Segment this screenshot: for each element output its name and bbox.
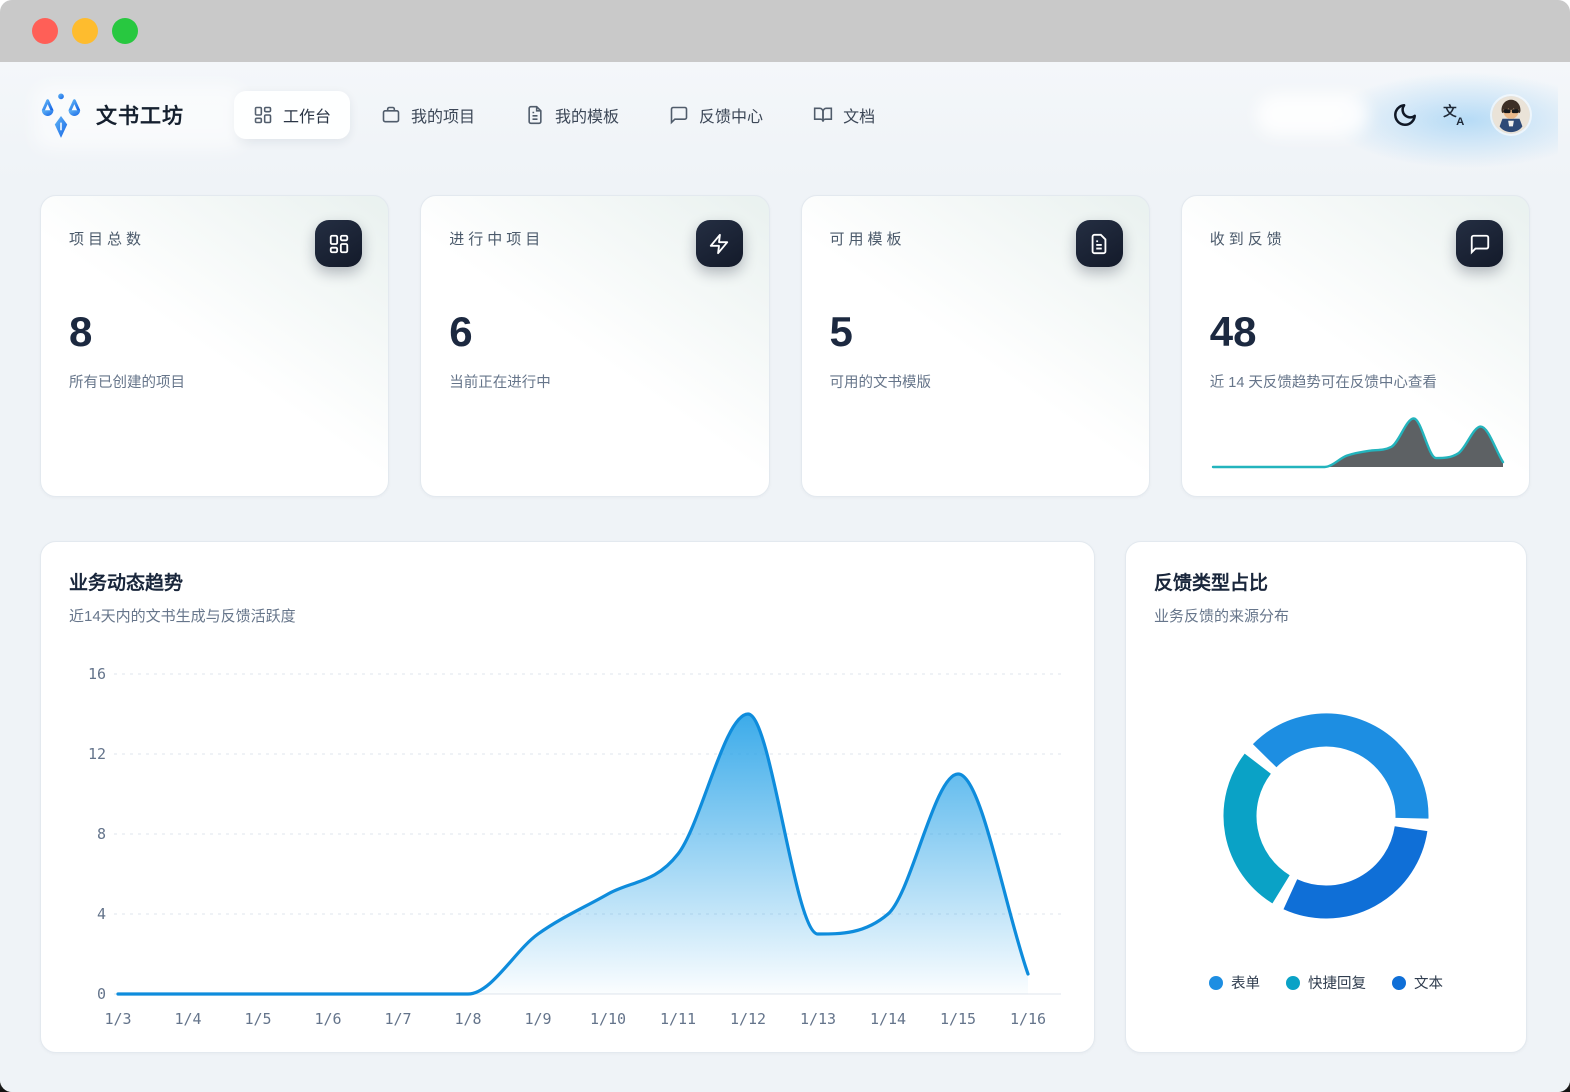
language-toggle-button[interactable]: 文 A: [1442, 102, 1468, 128]
stat-desc: 近 14 天反馈趋势可在反馈中心查看: [1210, 371, 1501, 392]
svg-text:0: 0: [97, 985, 106, 1003]
panel-title: 业务动态趋势: [69, 568, 1066, 595]
stat-desc: 可用的文书模版: [830, 371, 1121, 392]
svg-text:1/4: 1/4: [174, 1010, 201, 1028]
scales-pen-logo-icon: [40, 91, 82, 139]
svg-text:1/5: 1/5: [244, 1010, 271, 1028]
message-square-icon: [669, 105, 689, 125]
panel-subtitle: 近14天内的文书生成与反馈活跃度: [69, 605, 1066, 626]
nav-label: 反馈中心: [699, 103, 763, 127]
minimize-window-button[interactable]: [72, 18, 98, 44]
legend-label: 文本: [1414, 972, 1443, 993]
area-chart: 0 4 8 12 16 1/3 1/4 1/5 1/6 1/7 1/8 1/9 1/10 1/11 1/12…: [69, 664, 1068, 1039]
redacted-control[interactable]: [1256, 94, 1368, 136]
svg-text:4: 4: [97, 905, 106, 923]
legend-item-quick-reply[interactable]: 快捷回复: [1286, 972, 1366, 993]
legend-dot: [1286, 976, 1300, 990]
page: 文书工坊 工作台 我的项目: [0, 62, 1570, 1092]
stat-card-total-projects: 项目总数 8 所有已创建的项目: [40, 195, 389, 497]
svg-text:1/3: 1/3: [104, 1010, 131, 1028]
app-window: 文书工坊 工作台 我的项目: [0, 0, 1570, 1092]
donut-legend: 表单 快捷回复 文本: [1154, 972, 1498, 993]
panel-title: 反馈类型占比: [1154, 568, 1498, 595]
stat-value: 5: [830, 311, 1121, 353]
zap-icon: [708, 233, 730, 255]
charts-row: 业务动态趋势 近14天内的文书生成与反馈活跃度 0 4 8 12 16 1/3 1/4 1/5…: [40, 541, 1530, 1053]
app-title: 文书工坊: [96, 100, 184, 130]
message-square-icon: [1469, 233, 1491, 255]
trend-panel: 业务动态趋势 近14天内的文书生成与反馈活跃度 0 4 8 12 16 1/3 1/4 1/5…: [40, 541, 1095, 1053]
nav-item-feedback-center[interactable]: 反馈中心: [650, 91, 782, 139]
user-avatar[interactable]: [1492, 96, 1530, 134]
nav-item-docs[interactable]: 文档: [794, 91, 894, 139]
legend-dot: [1392, 976, 1406, 990]
nav-label: 我的模板: [555, 103, 619, 127]
stat-value: 6: [449, 311, 740, 353]
file-text-icon: [1088, 233, 1110, 255]
layout-grid-icon: [253, 105, 273, 125]
svg-text:1/6: 1/6: [314, 1010, 341, 1028]
svg-text:1/15: 1/15: [940, 1010, 976, 1028]
svg-text:16: 16: [88, 665, 106, 683]
svg-text:文: 文: [1443, 103, 1457, 119]
svg-text:12: 12: [88, 745, 106, 763]
feedback-sparkline-chart: [1210, 408, 1505, 472]
svg-text:1/12: 1/12: [730, 1010, 766, 1028]
donut-panel: 反馈类型占比 业务反馈的来源分布 表单 快捷回复: [1125, 541, 1527, 1053]
nav-label: 文档: [843, 103, 875, 127]
legend-label: 快捷回复: [1308, 972, 1366, 993]
svg-text:8: 8: [97, 825, 106, 843]
legend-item-form[interactable]: 表单: [1209, 972, 1260, 993]
briefcase-icon: [381, 105, 401, 125]
svg-text:1/8: 1/8: [454, 1010, 481, 1028]
app-header: 文书工坊 工作台 我的项目: [40, 62, 1530, 168]
stat-icon-tile: [1076, 220, 1123, 267]
theme-toggle-button[interactable]: [1392, 102, 1418, 128]
zoom-window-button[interactable]: [112, 18, 138, 44]
stat-value: 8: [69, 311, 360, 353]
donut-chart: [1216, 706, 1436, 926]
stat-icon-tile: [696, 220, 743, 267]
stat-icon-tile: [1456, 220, 1503, 267]
sparkline-svg: [1210, 408, 1507, 472]
stat-icon-tile: [315, 220, 362, 267]
stats-row: 项目总数 8 所有已创建的项目 进行中项目 6 当前: [40, 195, 1530, 497]
svg-text:1/16: 1/16: [1010, 1010, 1046, 1028]
stat-desc: 当前正在进行中: [449, 371, 740, 392]
main-nav: 工作台 我的项目 我的模板: [234, 91, 894, 139]
legend-dot: [1209, 976, 1223, 990]
svg-text:1/7: 1/7: [384, 1010, 411, 1028]
nav-label: 工作台: [283, 103, 331, 127]
svg-text:1/9: 1/9: [524, 1010, 551, 1028]
nav-item-my-templates[interactable]: 我的模板: [506, 91, 638, 139]
stat-card-templates: 可用模板 5 可用的文书模版: [801, 195, 1150, 497]
nav-item-workbench[interactable]: 工作台: [234, 91, 350, 139]
file-text-icon: [525, 105, 545, 125]
svg-text:1/14: 1/14: [870, 1010, 906, 1028]
close-window-button[interactable]: [32, 18, 58, 44]
header-actions: 文 A: [1256, 94, 1530, 136]
legend-label: 表单: [1231, 972, 1260, 993]
stat-card-active-projects: 进行中项目 6 当前正在进行中: [420, 195, 769, 497]
nav-item-my-projects[interactable]: 我的项目: [362, 91, 494, 139]
panel-subtitle: 业务反馈的来源分布: [1154, 605, 1498, 626]
svg-text:1/11: 1/11: [660, 1010, 696, 1028]
stat-desc: 所有已创建的项目: [69, 371, 360, 392]
translate-icon: 文 A: [1442, 102, 1468, 128]
stat-value: 48: [1210, 311, 1501, 353]
nav-label: 我的项目: [411, 103, 475, 127]
app-logo-home[interactable]: 文书工坊: [40, 91, 184, 139]
window-titlebar: [0, 0, 1570, 62]
moon-icon: [1392, 102, 1418, 128]
svg-text:A: A: [1456, 116, 1464, 128]
book-open-icon: [813, 105, 833, 125]
avatar-illustration: [1492, 96, 1530, 134]
layout-grid-icon: [328, 233, 350, 255]
svg-text:1/13: 1/13: [800, 1010, 836, 1028]
svg-text:1/10: 1/10: [590, 1010, 626, 1028]
legend-item-text[interactable]: 文本: [1392, 972, 1443, 993]
stat-card-feedback: 收到反馈 48 近 14 天反馈趋势可在反馈中心查看: [1181, 195, 1530, 497]
